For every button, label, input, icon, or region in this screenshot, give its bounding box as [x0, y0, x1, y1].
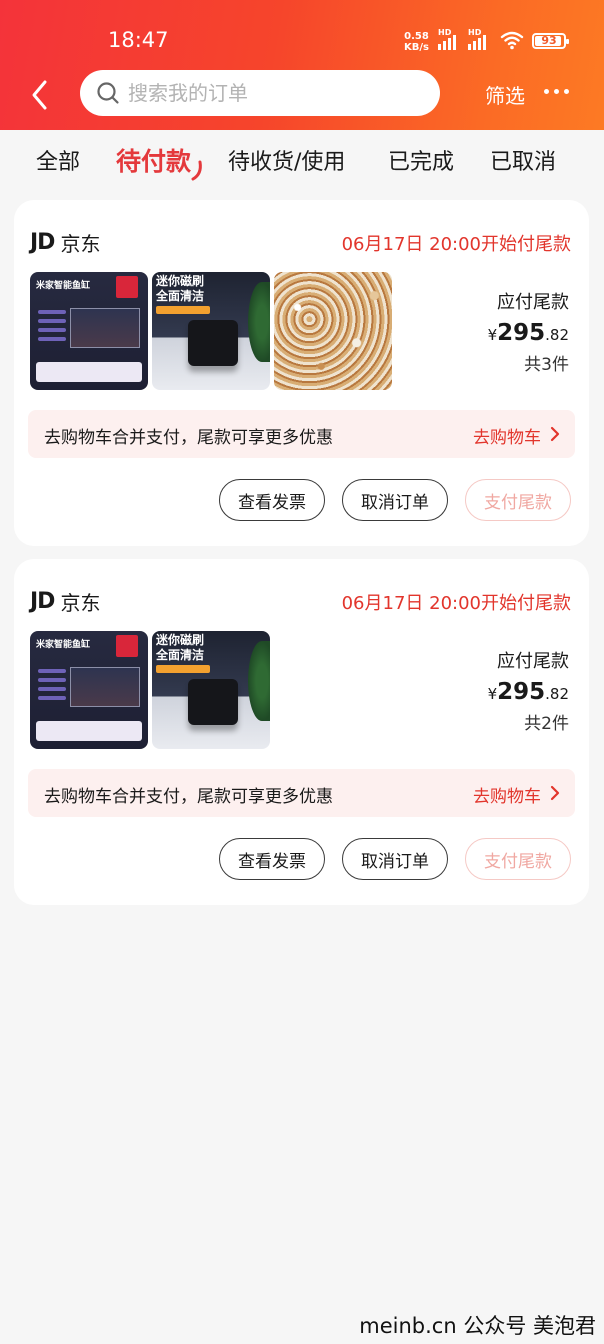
- item-count: 共2件: [524, 714, 569, 734]
- order-card[interactable]: JD 京东 06月17日 20:00开始付尾款 米家智能鱼缸 迷你磁刷 全面清洁…: [14, 200, 589, 546]
- order-status: 06月17日 20:00开始付尾款: [341, 593, 571, 614]
- pay-label: 应付尾款: [497, 651, 569, 672]
- chevron-right-icon: [550, 426, 560, 442]
- pay-amount: ¥295.82: [487, 679, 569, 705]
- cart-promo-bar[interactable]: 去购物车合并支付，尾款可享更多优惠 去购物车: [28, 769, 575, 817]
- chevron-right-icon: [550, 785, 560, 801]
- item-count: 共3件: [524, 355, 569, 375]
- product-image-aquarium-sand[interactable]: [274, 272, 392, 390]
- network-speed: 0.58 KB/s: [404, 31, 429, 53]
- wifi-icon: [500, 31, 524, 50]
- cancel-order-button[interactable]: 取消订单: [342, 479, 448, 521]
- tab-to-receive[interactable]: 待收货/使用: [228, 144, 345, 176]
- promo-text: 去购物车合并支付，尾款可享更多优惠: [44, 787, 333, 807]
- order-card[interactable]: JD 京东 06月17日 20:00开始付尾款 米家智能鱼缸 迷你磁刷 全面清洁…: [14, 559, 589, 905]
- product-image-magnetic-brush[interactable]: 迷你磁刷 全面清洁: [152, 272, 270, 390]
- shop-header[interactable]: JD 京东: [30, 228, 100, 257]
- cancel-order-button[interactable]: 取消订单: [342, 838, 448, 880]
- pay-summary: 应付尾款 ¥295.82 共3件: [488, 288, 569, 375]
- cart-promo-bar[interactable]: 去购物车合并支付，尾款可享更多优惠 去购物车: [28, 410, 575, 458]
- promo-text: 去购物车合并支付，尾款可享更多优惠: [44, 428, 333, 448]
- tab-cancelled[interactable]: 已取消: [490, 144, 556, 176]
- battery-icon: 93: [532, 33, 569, 49]
- tab-all[interactable]: 全部: [36, 144, 80, 176]
- more-icon[interactable]: [544, 89, 569, 94]
- status-bar: 18:47 0.58 KB/s HD HD 93: [0, 0, 604, 70]
- signal-icon-2: HD: [468, 28, 486, 50]
- tab-pending-payment[interactable]: 待付款: [116, 142, 191, 178]
- go-to-cart-link[interactable]: 去购物车: [473, 423, 541, 448]
- product-image-magnetic-brush[interactable]: 迷你磁刷 全面清洁: [152, 631, 270, 749]
- order-status: 06月17日 20:00开始付尾款: [341, 234, 571, 255]
- go-to-cart-link[interactable]: 去购物车: [473, 782, 541, 807]
- jd-logo: JD: [30, 230, 55, 255]
- jd-logo: JD: [30, 589, 55, 614]
- shop-name: 京东: [60, 232, 101, 256]
- product-image-fish-tank[interactable]: 米家智能鱼缸: [30, 272, 148, 390]
- shop-header[interactable]: JD 京东: [30, 587, 100, 616]
- product-image-fish-tank[interactable]: 米家智能鱼缸: [30, 631, 148, 749]
- signal-icon: HD: [438, 28, 456, 50]
- view-invoice-button[interactable]: 查看发票: [219, 838, 325, 880]
- view-invoice-button[interactable]: 查看发票: [219, 479, 325, 521]
- header: 18:47 0.58 KB/s HD HD 93 搜索我的订单 筛选: [0, 0, 604, 130]
- tab-completed[interactable]: 已完成: [388, 144, 454, 176]
- filter-button[interactable]: 筛选: [485, 80, 525, 109]
- search-bar[interactable]: [80, 70, 440, 116]
- watermark: meinb.cn 公众号 美泡君: [359, 1314, 596, 1338]
- search-input[interactable]: [128, 81, 408, 105]
- back-arrow-icon[interactable]: [26, 78, 56, 112]
- pay-balance-button[interactable]: 支付尾款: [465, 838, 571, 880]
- active-tab-indicator: [191, 160, 202, 181]
- order-tabs: 全部 待付款 待收货/使用 已完成 已取消: [0, 130, 604, 192]
- pay-amount: ¥295.82: [487, 320, 569, 346]
- pay-label: 应付尾款: [497, 292, 569, 313]
- status-time: 18:47: [108, 28, 169, 52]
- pay-balance-button[interactable]: 支付尾款: [465, 479, 571, 521]
- pay-summary: 应付尾款 ¥295.82 共2件: [488, 647, 569, 734]
- search-icon: [97, 82, 119, 104]
- shop-name: 京东: [60, 591, 101, 615]
